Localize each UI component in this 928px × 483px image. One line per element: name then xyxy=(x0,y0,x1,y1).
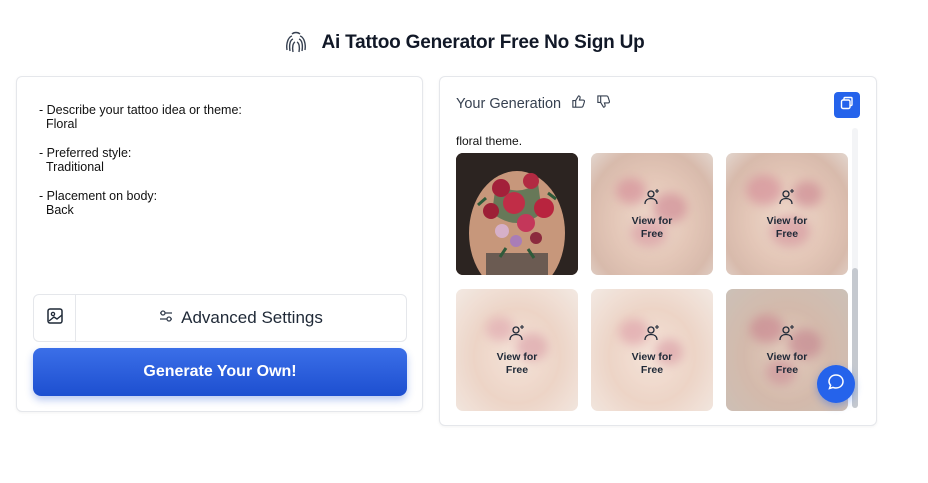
view-for-free-label: View for Free xyxy=(496,350,538,376)
locked-result[interactable]: View for Free xyxy=(456,289,578,411)
generate-button[interactable]: Generate Your Own! xyxy=(33,348,407,396)
locked-result[interactable]: View for Free xyxy=(591,153,713,275)
results-scrollbar[interactable] xyxy=(852,128,858,408)
advanced-settings-label: Advanced Settings xyxy=(181,308,323,327)
result-image[interactable] xyxy=(456,153,578,275)
image-icon xyxy=(46,307,64,330)
tattoo-back-image xyxy=(456,153,578,275)
results-title: Your Generation xyxy=(456,96,562,112)
prompt-field-placement: - Placement on body: Back xyxy=(39,189,409,217)
prompt-label: - Preferred style: xyxy=(39,146,132,160)
prompt-label: - Placement on body: xyxy=(39,189,158,203)
view-for-free-label: View for Free xyxy=(766,214,808,240)
prompt-value: Back xyxy=(46,203,74,217)
user-plus-icon xyxy=(778,188,796,211)
prompt-value: Floral xyxy=(46,117,78,131)
generation-caption: floral theme. xyxy=(456,134,523,148)
prompt-textarea[interactable]: - Describe your tattoo idea or theme: Fl… xyxy=(39,103,409,232)
user-plus-icon xyxy=(643,188,661,211)
page-title: Ai Tattoo Generator Free No Sign Up xyxy=(321,32,645,53)
page-header: Ai Tattoo Generator Free No Sign Up xyxy=(0,28,928,58)
locked-result[interactable]: View for Free xyxy=(591,289,713,411)
prompt-value: Traditional xyxy=(46,160,104,174)
chat-bubble-icon xyxy=(827,373,845,396)
prompt-panel: - Describe your tattoo idea or theme: Fl… xyxy=(16,76,423,412)
settings-row: Advanced Settings xyxy=(33,294,407,342)
results-panel: Your Generation floral theme. View for F… xyxy=(439,76,877,426)
view-for-free-label: View for Free xyxy=(766,350,808,376)
prompt-field-theme: - Describe your tattoo idea or theme: Fl… xyxy=(39,103,409,131)
prompt-field-style: - Preferred style: Traditional xyxy=(39,146,409,174)
user-plus-icon xyxy=(778,324,796,347)
results-grid: View for Free View for Free View for Fre… xyxy=(456,153,849,411)
locked-overlay: View for Free xyxy=(456,289,578,411)
user-plus-icon xyxy=(508,324,526,347)
user-plus-icon xyxy=(643,324,661,347)
thumbs-down-icon[interactable] xyxy=(596,94,611,114)
results-header: Your Generation xyxy=(456,94,611,114)
sliders-icon xyxy=(159,308,173,328)
advanced-settings-button[interactable]: Advanced Settings xyxy=(76,295,406,341)
locked-overlay: View for Free xyxy=(726,153,848,275)
locked-overlay: View for Free xyxy=(591,289,713,411)
locked-overlay: View for Free xyxy=(591,153,713,275)
locked-result[interactable]: View for Free xyxy=(726,153,848,275)
copy-icon xyxy=(840,96,854,115)
prompt-label: - Describe your tattoo idea or theme: xyxy=(39,103,242,117)
view-for-free-label: View for Free xyxy=(631,350,673,376)
fingerprint-icon xyxy=(283,30,309,56)
copy-button[interactable] xyxy=(834,92,860,118)
image-upload-button[interactable] xyxy=(34,295,76,341)
thumbs-up-icon[interactable] xyxy=(571,94,586,114)
chat-button[interactable] xyxy=(817,365,855,403)
view-for-free-label: View for Free xyxy=(631,214,673,240)
